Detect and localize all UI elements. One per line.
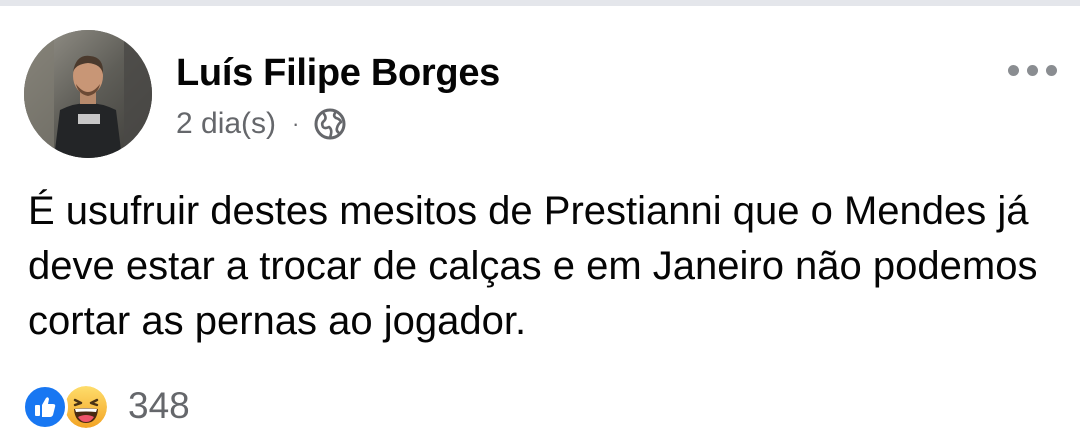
avatar[interactable] [24,30,152,158]
reactions-summary[interactable]: 348 [22,382,190,431]
more-horizontal-icon [1007,64,1019,76]
post-text: É usufruir destes mesitos de Prestianni … [28,189,1038,343]
more-horizontal-icon [1026,64,1038,76]
haha-icon [62,383,110,431]
meta-separator: · [292,111,300,136]
post-meta: 2 dia(s) · [176,104,347,144]
post-card: Luís Filipe Borges 2 dia(s) · É usufruir… [0,0,1080,441]
more-horizontal-icon [1045,64,1057,76]
globe-icon[interactable] [313,107,347,141]
post-timestamp[interactable]: 2 dia(s) [176,107,276,141]
like-icon [22,384,68,430]
reaction-count[interactable]: 348 [128,385,190,427]
reaction-icons [22,382,118,431]
more-options-button[interactable] [1000,54,1064,86]
top-divider [0,0,1080,6]
author-name[interactable]: Luís Filipe Borges [176,50,500,96]
